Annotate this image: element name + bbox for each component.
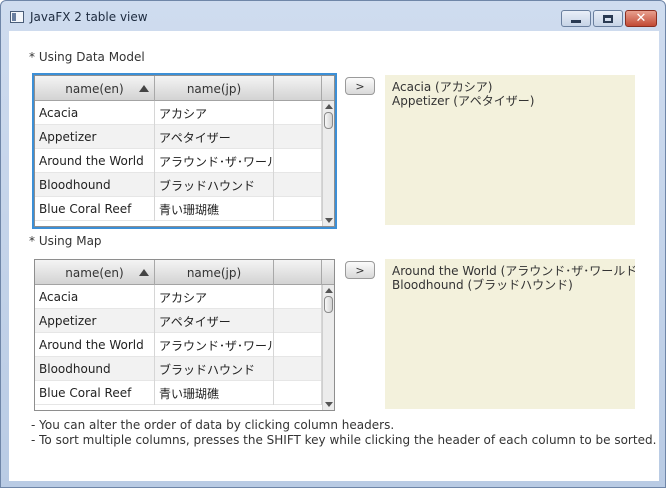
application-window: JavaFX 2 table view ✕ * Using Data Model…: [0, 0, 666, 488]
section-label-map: * Using Map: [29, 234, 102, 248]
maximize-button[interactable]: [593, 10, 623, 27]
table-row[interactable]: Appetizer アペタイザー: [35, 125, 322, 149]
cell-name-en[interactable]: Acacia: [35, 101, 155, 125]
table-row[interactable]: Around the World アラウンド･ザ･ワールド: [35, 149, 322, 173]
table-header: name(en) name(jp): [35, 76, 322, 101]
cell-empty: [274, 173, 322, 197]
cell-empty: [274, 333, 322, 357]
cell-name-jp[interactable]: アペタイザー: [155, 125, 274, 149]
cell-name-jp[interactable]: アペタイザー: [155, 309, 274, 333]
output-line: Acacia (アカシア): [392, 80, 493, 94]
column-header-label: name(en): [65, 265, 124, 280]
sort-ascending-icon: [139, 85, 149, 92]
cell-name-jp[interactable]: アカシア: [155, 101, 274, 125]
table-row[interactable]: Acacia アカシア: [35, 285, 322, 309]
cell-name-en[interactable]: Blue Coral Reef: [35, 381, 155, 405]
output-line: Appetizer (アペタイザー): [392, 94, 535, 108]
column-header-label: name(en): [65, 81, 124, 96]
minimize-button[interactable]: [561, 10, 591, 27]
cell-name-en[interactable]: Bloodhound: [35, 357, 155, 381]
map-table[interactable]: name(en) name(jp) Acacia アカシア Appetizer …: [34, 259, 335, 411]
scroll-up-arrow-icon[interactable]: [325, 288, 333, 293]
selection-output-area: Around the World (アラウンド･ザ･ワールド) Bloodhou…: [385, 259, 635, 409]
column-header-name-jp[interactable]: name(jp): [155, 76, 274, 101]
close-button[interactable]: ✕: [625, 10, 657, 27]
table-header: name(en) name(jp): [35, 260, 322, 285]
vertical-scrollbar[interactable]: [322, 285, 334, 410]
cell-empty: [274, 381, 322, 405]
scroll-up-arrow-icon[interactable]: [325, 104, 333, 109]
column-header-name-en[interactable]: name(en): [35, 260, 155, 285]
scrollbar-thumb[interactable]: [324, 296, 333, 313]
header-corner: [322, 76, 334, 101]
cell-name-en[interactable]: Appetizer: [35, 309, 155, 333]
title-bar[interactable]: JavaFX 2 table view ✕: [1, 1, 665, 31]
cell-name-en[interactable]: Appetizer: [35, 125, 155, 149]
help-note: - To sort multiple columns, presses the …: [31, 433, 657, 447]
column-header-name-jp[interactable]: name(jp): [155, 260, 274, 285]
cell-empty: [274, 125, 322, 149]
scroll-down-arrow-icon[interactable]: [325, 218, 333, 223]
output-line: Bloodhound (ブラッドハウンド): [392, 278, 573, 292]
header-corner: [322, 260, 334, 285]
sort-ascending-icon: [139, 269, 149, 276]
cell-name-en[interactable]: Around the World: [35, 333, 155, 357]
help-note: - You can alter the order of data by cli…: [31, 418, 395, 432]
vertical-scrollbar[interactable]: [322, 101, 334, 226]
cell-empty: [274, 285, 322, 309]
cell-name-en[interactable]: Bloodhound: [35, 173, 155, 197]
scroll-down-arrow-icon[interactable]: [325, 402, 333, 407]
table-row[interactable]: Bloodhound ブラッドハウンド: [35, 173, 322, 197]
scrollbar-thumb[interactable]: [324, 112, 333, 129]
table-row[interactable]: Blue Coral Reef 青い珊瑚礁: [35, 197, 322, 221]
table-row[interactable]: Around the World アラウンド･ザ･ワールド: [35, 333, 322, 357]
maximize-icon: [603, 14, 613, 23]
table-row[interactable]: Appetizer アペタイザー: [35, 309, 322, 333]
cell-name-jp[interactable]: 青い珊瑚礁: [155, 381, 274, 405]
show-selection-button[interactable]: >: [345, 261, 375, 279]
cell-name-jp[interactable]: アカシア: [155, 285, 274, 309]
cell-name-en[interactable]: Blue Coral Reef: [35, 197, 155, 221]
data-model-table[interactable]: name(en) name(jp) Acacia アカシア Appetizer …: [32, 73, 337, 229]
window-content: * Using Data Model name(en) name(jp) Aca…: [9, 31, 659, 481]
cell-empty: [274, 101, 322, 125]
cell-name-jp[interactable]: 青い珊瑚礁: [155, 197, 274, 221]
selection-output-area: Acacia (アカシア) Appetizer (アペタイザー): [385, 75, 635, 225]
cell-name-jp[interactable]: アラウンド･ザ･ワールド: [155, 333, 274, 357]
table-row[interactable]: Acacia アカシア: [35, 101, 322, 125]
cell-name-jp[interactable]: ブラッドハウンド: [155, 173, 274, 197]
cell-name-jp[interactable]: アラウンド･ザ･ワールド: [155, 149, 274, 173]
table-row[interactable]: Blue Coral Reef 青い珊瑚礁: [35, 381, 322, 405]
cell-empty: [274, 149, 322, 173]
column-header-filler: [274, 76, 322, 101]
show-selection-button[interactable]: >: [345, 77, 375, 95]
cell-name-en[interactable]: Around the World: [35, 149, 155, 173]
window-title: JavaFX 2 table view: [30, 10, 148, 24]
column-header-name-en[interactable]: name(en): [35, 76, 155, 101]
output-line: Around the World (アラウンド･ザ･ワールド): [392, 264, 635, 278]
section-label-data-model: * Using Data Model: [29, 50, 145, 64]
table-row[interactable]: Bloodhound ブラッドハウンド: [35, 357, 322, 381]
cell-name-en[interactable]: Acacia: [35, 285, 155, 309]
column-header-label: name(jp): [186, 81, 242, 96]
cell-empty: [274, 357, 322, 381]
window-app-icon: [10, 11, 24, 23]
cell-empty: [274, 309, 322, 333]
close-icon: ✕: [635, 11, 647, 26]
table-body: Acacia アカシア Appetizer アペタイザー Around the …: [35, 285, 322, 410]
cell-empty: [274, 197, 322, 221]
cell-name-jp[interactable]: ブラッドハウンド: [155, 357, 274, 381]
column-header-label: name(jp): [186, 265, 242, 280]
table-body: Acacia アカシア Appetizer アペタイザー Around the …: [35, 101, 322, 226]
minimize-icon: [571, 19, 581, 23]
column-header-filler: [274, 260, 322, 285]
